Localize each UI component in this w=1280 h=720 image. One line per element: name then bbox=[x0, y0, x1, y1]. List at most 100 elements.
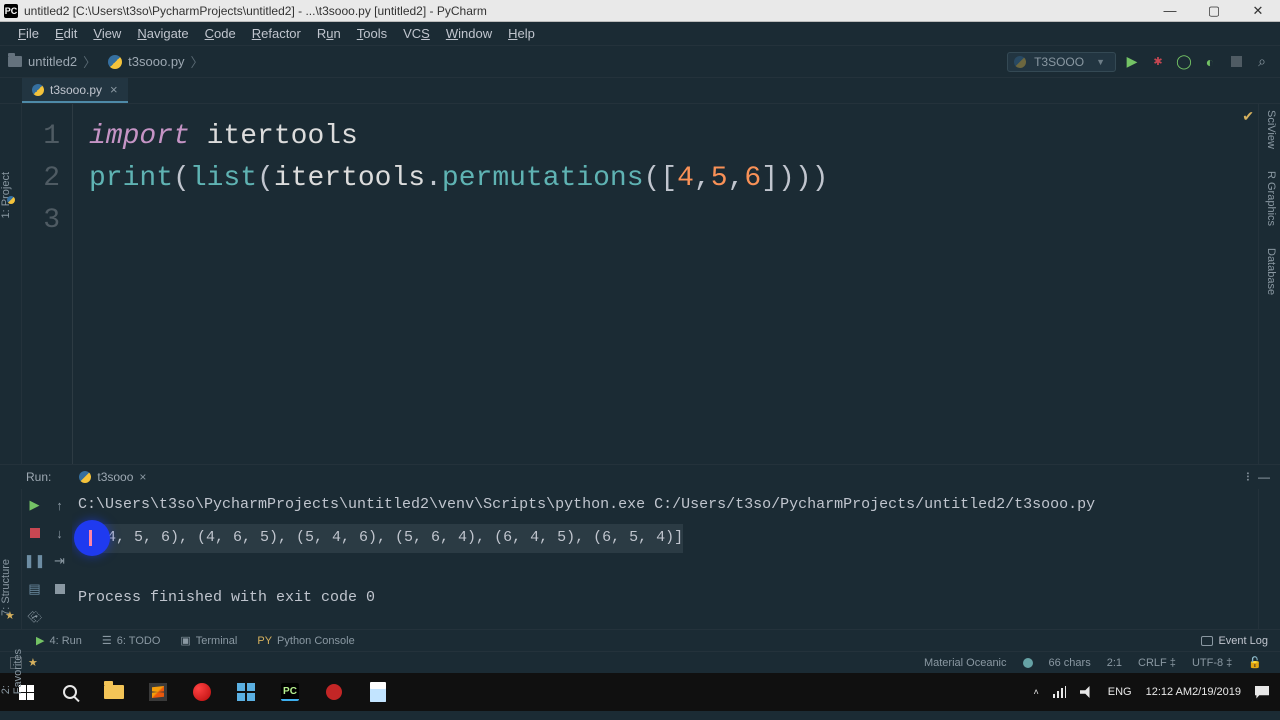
rgraphics-tool-button[interactable]: R Graphics bbox=[1265, 171, 1277, 226]
profile-button[interactable]: ◐ bbox=[1200, 52, 1220, 72]
tool-todo-tab[interactable]: ☰ 6: TODO bbox=[92, 634, 170, 647]
code-content[interactable]: import itertools print(list(itertools.pe… bbox=[72, 104, 1258, 464]
close-run-tab-button[interactable]: × bbox=[139, 470, 146, 484]
inspections-indicator[interactable]: ✔ bbox=[1242, 108, 1254, 125]
navigation-bar: untitled2 〉 t3sooo.py 〉 T3SOOO ▼ ▶ ✱ ◯ ◐… bbox=[0, 46, 1280, 78]
run-session-tab[interactable]: t3sooo × bbox=[71, 467, 154, 487]
tool-python-console-tab[interactable]: PY Python Console bbox=[247, 635, 364, 647]
menu-navigate[interactable]: Navigate bbox=[129, 26, 196, 41]
run-tool-window: Run: t3sooo × ⁝ — 7: Structure ★ 2: Favo… bbox=[0, 464, 1280, 629]
status-encoding[interactable]: UTF-8 ‡ bbox=[1184, 657, 1240, 669]
text-cursor-indicator bbox=[74, 520, 110, 556]
editor-tab-label: t3sooo.py bbox=[50, 83, 102, 97]
soft-wrap-button[interactable]: ⇥ bbox=[52, 553, 68, 569]
menu-tools[interactable]: Tools bbox=[349, 26, 395, 41]
menu-view[interactable]: View bbox=[85, 26, 129, 41]
tool-terminal-tab[interactable]: ▣ Terminal bbox=[170, 634, 247, 647]
run-settings-button[interactable]: ⁝ bbox=[1246, 469, 1250, 485]
sciview-tool-button[interactable]: SciView bbox=[1265, 110, 1277, 149]
layout-button[interactable]: ▤ bbox=[27, 581, 43, 597]
chevron-down-icon: ▼ bbox=[1096, 57, 1105, 67]
folder-icon bbox=[104, 685, 124, 699]
tool-event-log-tab[interactable]: Event Log bbox=[1201, 635, 1268, 647]
taskbar-opera[interactable] bbox=[180, 673, 224, 711]
right-tool-gutter[interactable]: SciView R Graphics Database bbox=[1258, 104, 1280, 464]
structure-tool-button[interactable]: 7: Structure bbox=[0, 559, 12, 616]
close-tab-button[interactable]: × bbox=[110, 82, 118, 97]
opera-icon bbox=[193, 683, 211, 701]
run-console[interactable]: C:\Users\t3so\PycharmProjects\untitled2\… bbox=[72, 489, 1258, 629]
tray-network-icon[interactable] bbox=[1046, 686, 1073, 698]
editor-tab[interactable]: t3sooo.py × bbox=[22, 78, 128, 103]
record-icon bbox=[326, 684, 342, 700]
python-icon bbox=[7, 196, 15, 204]
status-line-separator[interactable]: CRLF ‡ bbox=[1130, 657, 1184, 669]
chevron-right-icon: 〉 bbox=[77, 52, 102, 71]
menu-vcs[interactable]: VCS bbox=[395, 26, 438, 41]
down-stack-button[interactable]: ↓ bbox=[52, 525, 68, 541]
hide-run-panel-button[interactable]: — bbox=[1258, 470, 1270, 484]
star-icon: ★ bbox=[5, 609, 15, 622]
window-minimize-button[interactable]: — bbox=[1148, 0, 1192, 22]
search-everywhere-button[interactable]: ⌕ bbox=[1252, 52, 1272, 72]
stop-button[interactable] bbox=[1226, 52, 1246, 72]
debug-button[interactable]: ✱ bbox=[1148, 52, 1168, 72]
pause-output-button[interactable]: ❚❚ bbox=[27, 553, 43, 569]
code-editor[interactable]: 1 2 3 import itertools print(list(iterto… bbox=[22, 104, 1258, 464]
database-tool-button[interactable]: Database bbox=[1265, 248, 1277, 295]
taskbar-app-grid[interactable] bbox=[224, 673, 268, 711]
notepad-icon bbox=[370, 682, 386, 702]
print-button[interactable] bbox=[52, 581, 68, 597]
run-tool-header: Run: t3sooo × ⁝ — bbox=[0, 465, 1280, 489]
taskbar-search-button[interactable] bbox=[48, 673, 92, 711]
menu-window[interactable]: Window bbox=[438, 26, 500, 41]
menu-edit[interactable]: Edit bbox=[47, 26, 85, 41]
system-tray: ˄ ENG 12:12 AM 2/19/2019 bbox=[1026, 673, 1276, 711]
up-stack-button[interactable]: ↑ bbox=[52, 497, 68, 513]
breadcrumb[interactable]: untitled2 〉 t3sooo.py 〉 bbox=[8, 52, 210, 71]
status-readonly-toggle[interactable]: 🔓 bbox=[1240, 656, 1270, 669]
tool-run-tab[interactable]: ▶ 4: Run bbox=[26, 634, 92, 647]
folder-icon bbox=[8, 56, 22, 67]
attach-link-button[interactable]: ⎘ bbox=[23, 606, 46, 629]
taskbar-file-explorer[interactable] bbox=[92, 673, 136, 711]
console-output: (4, 5, 6), (4, 6, 5), (5, 4, 6), (5, 6, … bbox=[98, 524, 683, 553]
run-config-name: T3SOOO bbox=[1034, 55, 1084, 69]
right-tool-gutter-lower[interactable] bbox=[1258, 489, 1280, 629]
python-icon: PY bbox=[257, 635, 272, 647]
window-maximize-button[interactable]: ▢ bbox=[1192, 0, 1236, 22]
window-close-button[interactable]: ✕ bbox=[1236, 0, 1280, 22]
favorites-tool-button[interactable]: 2: Favorites bbox=[0, 649, 24, 694]
status-theme[interactable]: Material Oceanic bbox=[916, 657, 1015, 669]
window-title-text: untitled2 [C:\Users\t3so\PycharmProjects… bbox=[24, 4, 487, 18]
menu-help[interactable]: Help bbox=[500, 26, 543, 41]
python-icon bbox=[1014, 56, 1026, 68]
menu-run[interactable]: Run bbox=[309, 26, 349, 41]
tray-language[interactable]: ENG bbox=[1101, 686, 1139, 698]
tray-notifications-button[interactable] bbox=[1248, 686, 1276, 699]
console-command: C:\Users\t3so\PycharmProjects\untitled2\… bbox=[78, 496, 1095, 513]
breadcrumb-project: untitled2 bbox=[28, 54, 77, 69]
menu-code[interactable]: Code bbox=[197, 26, 244, 41]
run-config-selector[interactable]: T3SOOO ▼ bbox=[1007, 52, 1116, 72]
tray-volume-icon[interactable] bbox=[1073, 686, 1101, 698]
rerun-button[interactable]: ▶ bbox=[27, 497, 43, 513]
stop-process-button[interactable] bbox=[27, 525, 43, 541]
taskbar-recorder[interactable] bbox=[312, 673, 356, 711]
menu-file[interactable]: File bbox=[10, 26, 47, 41]
menu-refactor[interactable]: Refactor bbox=[244, 26, 309, 41]
pycharm-icon: PC bbox=[281, 683, 299, 701]
search-icon bbox=[63, 685, 77, 699]
status-caret-pos[interactable]: 2:1 bbox=[1099, 657, 1130, 669]
taskbar-pycharm[interactable]: PC bbox=[268, 673, 312, 711]
taskbar-notepad[interactable] bbox=[356, 673, 400, 711]
coverage-button[interactable]: ◯ bbox=[1174, 52, 1194, 72]
editor-tab-strip: t3sooo.py × bbox=[0, 78, 1280, 104]
tray-clock[interactable]: 12:12 AM 2/19/2019 bbox=[1139, 686, 1248, 699]
taskbar-sublime[interactable] bbox=[136, 673, 180, 711]
left-tool-gutter[interactable]: 1: Project bbox=[0, 104, 22, 464]
tray-overflow-button[interactable]: ˄ bbox=[1026, 687, 1045, 697]
run-button[interactable]: ▶ bbox=[1122, 52, 1142, 72]
menu-bar: File Edit View Navigate Code Refactor Ru… bbox=[0, 22, 1280, 46]
left-tool-gutter-lower[interactable]: 7: Structure ★ 2: Favorites bbox=[0, 489, 22, 629]
